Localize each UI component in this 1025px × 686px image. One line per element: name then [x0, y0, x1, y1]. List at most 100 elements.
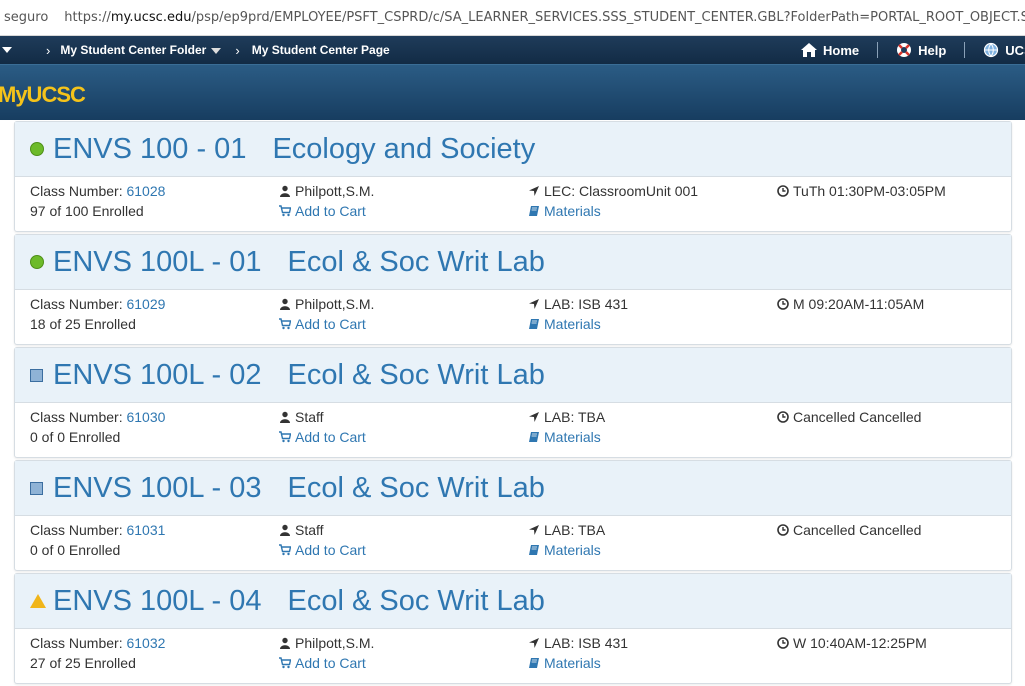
class-section-card: ENVS 100 - 01 Ecology and Society Class N… — [14, 121, 1012, 232]
class-number-link[interactable]: 61031 — [126, 522, 165, 538]
breadcrumb-folder[interactable]: My Student Center Folder — [60, 43, 222, 57]
nav-divider — [964, 42, 966, 58]
course-code: ENVS 100L - 04 — [53, 584, 262, 617]
class-section-card: ENVS 100L - 02 Ecol & Soc Writ Lab Class … — [14, 347, 1012, 458]
location-arrow-icon — [529, 186, 539, 196]
myucsc-logo[interactable]: MyUCSC — [0, 82, 86, 108]
waitlist-status-icon — [30, 594, 46, 608]
course-code: ENVS 100L - 03 — [53, 471, 262, 504]
class-number-label: Class Number: — [30, 183, 123, 199]
add-to-cart-label: Add to Cart — [295, 316, 366, 332]
breadcrumb-page[interactable]: My Student Center Page — [252, 43, 390, 57]
meeting-time-text: M 09:20AM-11:05AM — [793, 296, 925, 312]
location: LAB: ISB 431 — [528, 296, 628, 312]
clock-icon — [777, 411, 789, 423]
materials-link[interactable]: Materials — [528, 655, 601, 671]
menu-dropdown-icon[interactable] — [2, 47, 12, 53]
class-section-header: ENVS 100L - 01 Ecol & Soc Writ Lab — [15, 235, 1011, 290]
help-link[interactable]: Help — [896, 42, 946, 58]
meeting-time: W 10:40AM-12:25PM — [777, 635, 927, 651]
open-status-icon — [30, 255, 44, 269]
cart-icon — [279, 431, 291, 443]
class-number-link[interactable]: 61032 — [126, 635, 165, 651]
user-icon — [280, 637, 290, 649]
enrollment-count: 0 of 0 Enrolled — [30, 429, 121, 445]
course-name: Ecology and Society — [272, 132, 536, 165]
chevron-right-icon: › — [46, 42, 51, 58]
meeting-time-text: Cancelled Cancelled — [793, 409, 922, 425]
class-number-link[interactable]: 61028 — [126, 183, 165, 199]
materials-link[interactable]: Materials — [528, 429, 601, 445]
add-to-cart-link[interactable]: Add to Cart — [279, 655, 366, 671]
closed-status-icon — [30, 368, 43, 382]
course-name: Ecol & Soc Writ Lab — [287, 584, 545, 617]
class-section-card: ENVS 100L - 04 Ecol & Soc Writ Lab Class … — [14, 573, 1012, 684]
nav-divider — [877, 42, 879, 58]
location: LEC: ClassroomUnit 001 — [528, 183, 698, 199]
url-prefix: https:// — [64, 10, 111, 25]
add-to-cart-link[interactable]: Add to Cart — [279, 316, 366, 332]
instructor-name: Staff — [295, 409, 324, 425]
class-section-details: Class Number: 61028 97 of 100 Enrolled P… — [15, 177, 1011, 231]
add-to-cart-link[interactable]: Add to Cart — [279, 203, 366, 219]
class-section-details: Class Number: 61032 27 of 25 Enrolled Ph… — [15, 629, 1011, 683]
class-number: Class Number: 61029 — [30, 296, 165, 312]
meeting-time: Cancelled Cancelled — [777, 522, 921, 538]
location-text: LAB: ISB 431 — [544, 635, 629, 651]
materials-link[interactable]: Materials — [528, 203, 601, 219]
class-number-link[interactable]: 61029 — [126, 296, 165, 312]
class-number-label: Class Number: — [30, 409, 123, 425]
materials-label: Materials — [544, 429, 601, 445]
book-icon — [529, 432, 539, 442]
instructor: Philpott,S.M. — [279, 183, 374, 199]
globe-icon — [984, 42, 999, 58]
user-icon — [280, 298, 290, 310]
breadcrumb-folder-label: My Student Center Folder — [60, 43, 207, 57]
instructor: Philpott,S.M. — [279, 635, 374, 651]
location-arrow-icon — [529, 412, 539, 422]
instructor-name: Staff — [295, 522, 324, 538]
meeting-time-text: TuTh 01:30PM-03:05PM — [793, 183, 946, 199]
class-section-details: Class Number: 61031 0 of 0 Enrolled Staf… — [15, 516, 1011, 570]
header-banner: MyUCSC — [0, 64, 1025, 120]
course-name: Ecol & Soc Writ Lab — [287, 471, 545, 504]
home-label: Home — [823, 42, 860, 58]
meeting-time: TuTh 01:30PM-03:05PM — [777, 183, 946, 199]
class-number-label: Class Number: — [30, 635, 123, 651]
materials-link[interactable]: Materials — [528, 316, 601, 332]
lifebuoy-icon — [897, 43, 912, 57]
url-text[interactable]: https://my.ucsc.edu/psp/ep9prd/EMPLOYEE/… — [64, 10, 1025, 25]
enrollment-count: 0 of 0 Enrolled — [30, 542, 121, 558]
enrollment-count: 97 of 100 Enrolled — [30, 203, 144, 219]
location-arrow-icon — [529, 638, 539, 648]
location: LAB: TBA — [528, 409, 605, 425]
cart-icon — [279, 657, 291, 669]
class-section-card: ENVS 100L - 03 Ecol & Soc Writ Lab Class … — [14, 460, 1012, 571]
class-section-details: Class Number: 61029 18 of 25 Enrolled Ph… — [15, 290, 1011, 344]
chevron-right-icon: › — [235, 42, 240, 58]
meeting-time-text: Cancelled Cancelled — [793, 522, 922, 538]
book-icon — [529, 319, 539, 329]
instructor-name: Philpott,S.M. — [295, 296, 375, 312]
materials-label: Materials — [544, 203, 601, 219]
home-link[interactable]: Home — [800, 42, 859, 58]
location-arrow-icon — [529, 525, 539, 535]
materials-link[interactable]: Materials — [528, 542, 601, 558]
location: LAB: ISB 431 — [528, 635, 628, 651]
open-status-icon — [30, 142, 44, 156]
meeting-time-text: W 10:40AM-12:25PM — [793, 635, 927, 651]
user-icon — [280, 524, 290, 536]
portal-nav-bar: › My Student Center Folder › My Student … — [0, 36, 1025, 64]
help-label: Help — [918, 42, 947, 58]
secure-label[interactable]: seguro — [0, 10, 48, 25]
nav-right-links: Home Help UCSC — [800, 36, 1025, 64]
add-to-cart-label: Add to Cart — [295, 655, 366, 671]
ucsc-link[interactable]: UCSC — [983, 42, 1025, 58]
add-to-cart-link[interactable]: Add to Cart — [279, 429, 366, 445]
closed-status-icon — [30, 481, 43, 495]
browser-address-bar[interactable]: seguro https://my.ucsc.edu/psp/ep9prd/EM… — [0, 0, 1025, 36]
class-number-link[interactable]: 61030 — [126, 409, 165, 425]
cart-icon — [279, 544, 291, 556]
add-to-cart-link[interactable]: Add to Cart — [279, 542, 366, 558]
user-icon — [280, 185, 290, 197]
